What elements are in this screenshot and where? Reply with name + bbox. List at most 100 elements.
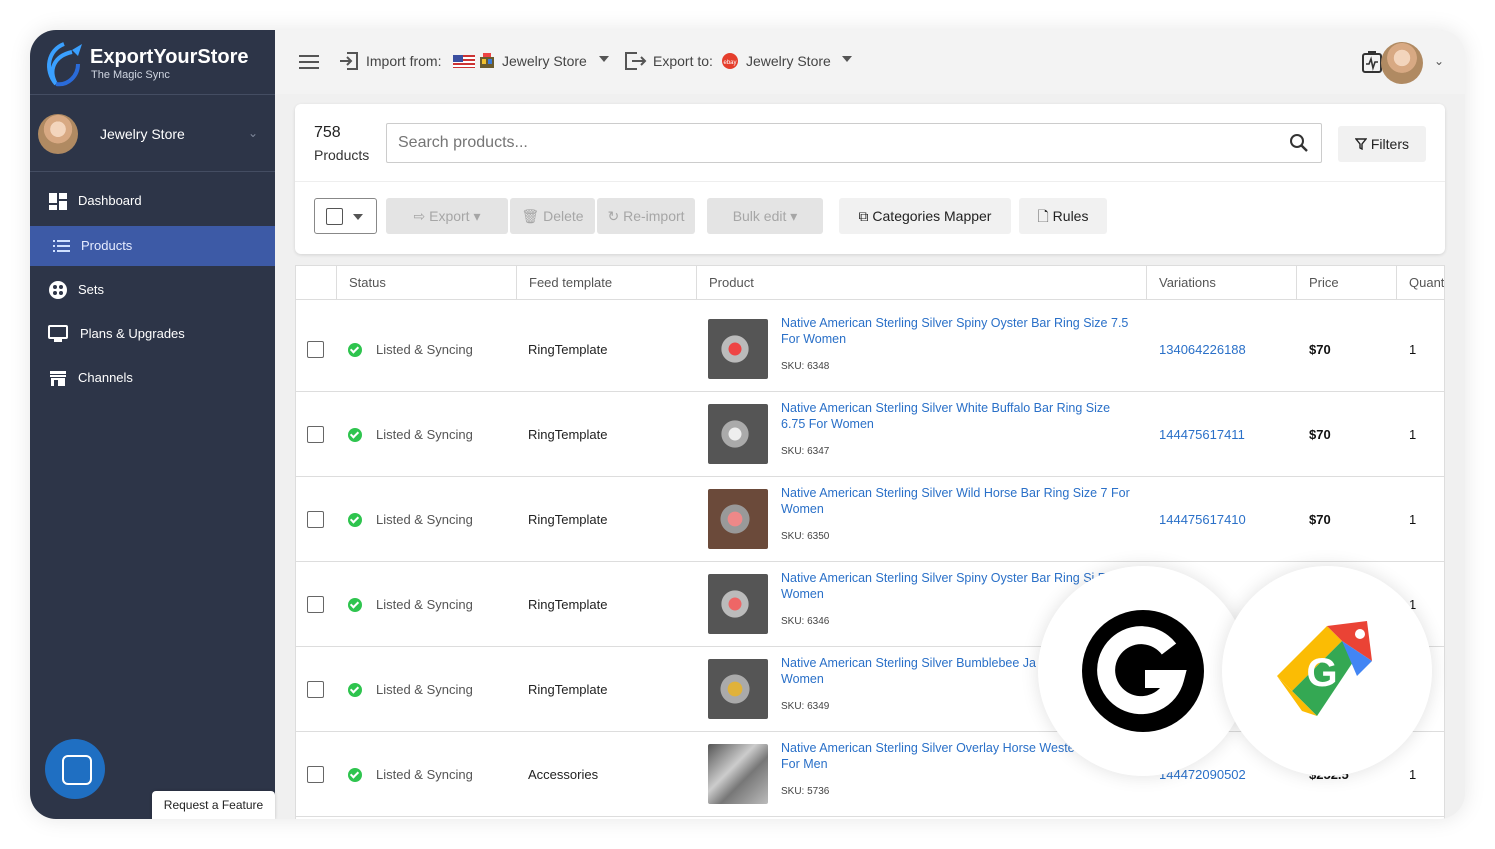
- variation-link[interactable]: 134064226188: [1159, 342, 1246, 357]
- feed-template: RingTemplate: [528, 342, 608, 357]
- bulk-edit-button[interactable]: Bulk edit ▾: [707, 198, 823, 234]
- product-thumbnail[interactable]: [708, 319, 768, 379]
- caret-down-icon[interactable]: [842, 56, 852, 62]
- menu-icon[interactable]: [299, 54, 319, 70]
- row-checkbox[interactable]: [307, 681, 324, 698]
- export-store-dropdown[interactable]: Jewelry Store: [746, 53, 831, 69]
- chevron-down-icon[interactable]: ⌄: [1434, 54, 1444, 68]
- price: $70: [1309, 427, 1331, 442]
- column-header[interactable]: Price: [1296, 266, 1396, 300]
- import-icon: [340, 52, 358, 70]
- column-header[interactable]: Feed template: [516, 266, 696, 300]
- select-all-dropdown[interactable]: [314, 198, 377, 234]
- column-header[interactable]: Status: [336, 266, 516, 300]
- reimport-button[interactable]: ↻ Re-import: [597, 198, 695, 234]
- variation-link[interactable]: 144475617410: [1159, 512, 1246, 527]
- product-thumbnail[interactable]: [708, 574, 768, 634]
- quantity: 1: [1409, 767, 1417, 782]
- delete-button[interactable]: 🗑 Delete: [510, 198, 595, 234]
- status-text: Listed & Syncing: [376, 342, 473, 357]
- caret-down-icon[interactable]: [599, 56, 609, 62]
- reimport-label: Re-import: [623, 208, 685, 224]
- store-switcher[interactable]: Jewelry Store ⌄: [30, 100, 275, 170]
- feed-template: RingTemplate: [528, 427, 608, 442]
- filter-icon: [1354, 138, 1368, 151]
- user-avatar[interactable]: [1381, 42, 1423, 84]
- status-text: Listed & Syncing: [376, 682, 473, 697]
- price: $70: [1309, 512, 1331, 527]
- trash-icon: 🗑: [521, 208, 540, 224]
- export-label: Export: [429, 208, 470, 224]
- row-checkbox[interactable]: [307, 766, 324, 783]
- categories-mapper-label: Categories Mapper: [872, 208, 992, 224]
- status-text: Listed & Syncing: [376, 597, 473, 612]
- svg-text:ebay: ebay: [723, 60, 736, 66]
- ebay-icon: ebay: [722, 53, 738, 69]
- column-header[interactable]: Product: [696, 266, 1146, 300]
- sidebar-item-products[interactable]: Products: [30, 226, 275, 266]
- sidebar-item-channels[interactable]: Channels: [30, 358, 275, 398]
- variation-link[interactable]: 144475617411: [1159, 427, 1245, 442]
- column-header[interactable]: Variations: [1146, 266, 1296, 300]
- brand-logo[interactable]: ExportYourStore The Magic Sync: [42, 36, 267, 92]
- product-thumbnail[interactable]: [708, 404, 768, 464]
- filters-label: Filters: [1370, 136, 1409, 152]
- status-text: Listed & Syncing: [376, 512, 473, 527]
- product-thumbnail[interactable]: [708, 659, 768, 719]
- sidebar-item-label: Channels: [78, 370, 133, 385]
- export-icon: [625, 52, 647, 70]
- categories-mapper-button[interactable]: ⧉ Categories Mapper: [839, 198, 1011, 234]
- check-circle-icon: [348, 428, 362, 442]
- row-checkbox[interactable]: [307, 341, 324, 358]
- sidebar: ExportYourStore The Magic Sync Jewelry S…: [30, 30, 275, 819]
- row-checkbox[interactable]: [307, 426, 324, 443]
- row-checkbox[interactable]: [307, 511, 324, 528]
- row-checkbox[interactable]: [307, 596, 324, 613]
- feed-template: Accessories: [528, 767, 599, 782]
- store-name: Jewelry Store: [100, 126, 185, 142]
- rules-button[interactable]: 🗋 Rules: [1019, 198, 1107, 234]
- product-sku: SKU: 6347: [781, 446, 830, 457]
- filters-button[interactable]: Filters: [1338, 126, 1426, 162]
- feed-template: RingTemplate: [528, 597, 608, 612]
- quantity: 1: [1409, 512, 1417, 527]
- sidebar-item-sets[interactable]: Sets: [30, 270, 275, 310]
- product-sku: SKU: 5736: [781, 786, 830, 797]
- brand-name: ExportYourStore: [90, 46, 249, 68]
- product-title-link[interactable]: Native American Sterling Silver Spiny Oy…: [781, 315, 1136, 347]
- document-icon: 🗋: [1037, 208, 1049, 224]
- request-feature-button[interactable]: Request a Feature: [152, 791, 275, 819]
- product-title-link[interactable]: Native American Sterling Silver White Bu…: [781, 400, 1136, 432]
- product-title-link[interactable]: Native American Sterling Silver Wild Hor…: [781, 485, 1136, 517]
- table-row[interactable]: Listed & Syncing RingTemplate Native Ame…: [296, 307, 1444, 392]
- import-label: Import from:: [366, 53, 442, 69]
- store-avatar: [38, 114, 78, 154]
- product-sku: SKU: 6346: [781, 616, 830, 627]
- search-icon[interactable]: [1289, 133, 1309, 153]
- product-sku: SKU: 6350: [781, 531, 830, 542]
- select-all-checkbox[interactable]: [326, 208, 343, 225]
- chevron-down-icon: ⌄: [248, 126, 259, 140]
- dashboard-icon: [49, 193, 67, 210]
- check-circle-icon: [348, 598, 362, 612]
- top-bar: Import from: Jewelry Store Export to: eb…: [275, 30, 1465, 94]
- export-button[interactable]: ⇨ Export ▾: [386, 198, 508, 234]
- product-thumbnail[interactable]: [708, 744, 768, 804]
- divider: [295, 181, 1445, 182]
- product-count: 758: [314, 124, 341, 141]
- sidebar-item-plans[interactable]: Plans & Upgrades: [30, 314, 275, 354]
- table-row[interactable]: Listed & Syncing RingTemplate Native Ame…: [296, 392, 1444, 477]
- sidebar-item-dashboard[interactable]: Dashboard: [30, 181, 275, 221]
- google-merchant-tag-icon: G: [1277, 621, 1372, 716]
- check-circle-icon: [348, 513, 362, 527]
- table-row[interactable]: Listed & Syncing RingTemplate Native Ame…: [296, 477, 1444, 562]
- rules-label: Rules: [1052, 208, 1089, 224]
- activity-clipboard-icon[interactable]: [1362, 51, 1382, 73]
- chat-launcher-button[interactable]: [45, 739, 105, 799]
- column-header[interactable]: Quant: [1396, 266, 1444, 300]
- import-store-dropdown[interactable]: Jewelry Store: [502, 53, 587, 69]
- product-thumbnail[interactable]: [708, 489, 768, 549]
- search-input[interactable]: [387, 124, 1267, 162]
- product-count-label: Products: [314, 147, 370, 163]
- bulk-edit-label: Bulk edit: [732, 208, 787, 224]
